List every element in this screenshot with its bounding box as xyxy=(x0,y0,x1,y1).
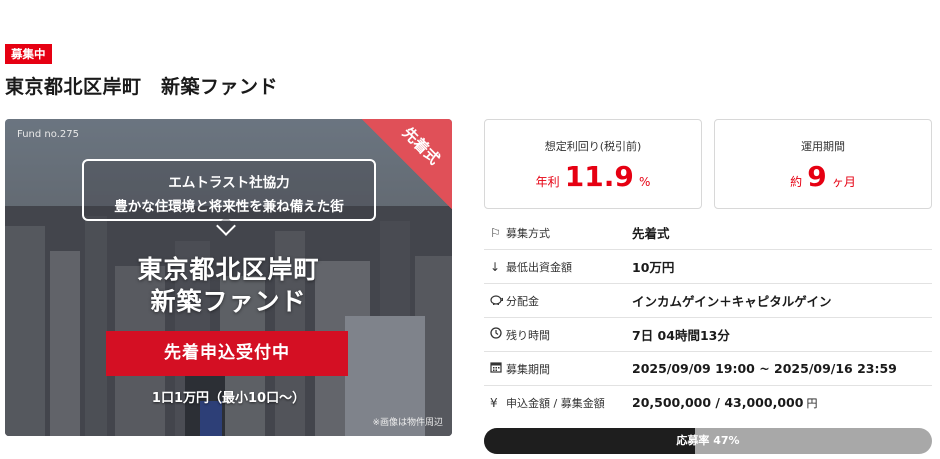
arrow-down-icon: ↓ xyxy=(490,259,501,274)
hero-headline-2: 新築ファンド xyxy=(150,287,307,316)
detail-key: 申込金額 / 募集金額 xyxy=(506,397,605,410)
term-label: 運用期間 xyxy=(801,140,845,153)
application-progress-bar: 応募率 47% xyxy=(484,428,932,454)
bubble-line-2: 豊かな住環境と将来性を兼ね備えた街 xyxy=(114,199,344,215)
yield-value: 11.9 xyxy=(564,160,634,193)
detail-value: インカムゲイン＋キャピタルゲイン xyxy=(632,294,832,309)
term-value: 9 xyxy=(807,160,827,193)
progress-label: 応募率 47% xyxy=(676,434,740,447)
detail-value: 20,500,000 / 43,000,000 xyxy=(632,395,804,410)
detail-row-amount: ¥ 申込金額 / 募集金額 20,500,000 / 43,000,000 円 xyxy=(484,386,932,420)
yield-suffix: % xyxy=(638,175,651,189)
detail-key: 募集方式 xyxy=(506,226,550,240)
term-suffix: ヶ月 xyxy=(831,175,856,189)
detail-key: 残り時間 xyxy=(506,328,550,342)
hero-headline-1: 東京都北区岸町 xyxy=(137,255,320,284)
unit-price-text: 1口1万円（最小10口〜） xyxy=(151,391,306,406)
bubble-line-1: エムトラスト社協力 xyxy=(168,175,290,191)
yield-label: 想定利回り(税引前) xyxy=(544,140,642,153)
detail-value: 7日 04時間13分 xyxy=(632,328,730,343)
detail-key: 最低出資金額 xyxy=(506,260,572,274)
calendar-icon xyxy=(484,361,506,376)
detail-value-group: 20,500,000 / 43,000,000 円 xyxy=(632,395,817,411)
status-badge: 募集中 xyxy=(5,44,52,64)
piggy-bank-icon xyxy=(484,294,506,308)
detail-key: 募集期間 xyxy=(506,362,550,376)
fund-hero-image: Fund no.275 先着式 エムトラスト社協力 豊かな住環境と将来性を兼ね備… xyxy=(5,119,452,436)
first-come-banner: 先着申込受付中 xyxy=(106,331,348,376)
detail-value: 2025/09/09 19:00 ~ 2025/09/16 23:59 xyxy=(632,361,897,376)
image-caption: ※画像は物件周辺 xyxy=(372,418,443,428)
yield-prefix: 年利 xyxy=(535,175,560,189)
detail-row-distribution: 分配金 インカムゲイン＋キャピタルゲイン xyxy=(484,284,932,318)
fund-details: ⚐ 募集方式 先着式 ↓ 最低出資金額 10万円 分配金 インカムゲイン＋キャピ… xyxy=(484,216,932,420)
fund-number: Fund no.275 xyxy=(17,129,79,140)
detail-row-period: 募集期間 2025/09/09 19:00 ~ 2025/09/16 23:59 xyxy=(484,352,932,386)
detail-value: 10万円 xyxy=(632,260,675,275)
speech-bubble: エムトラスト社協力 豊かな住環境と将来性を兼ね備えた街 xyxy=(82,159,376,221)
detail-row-method: ⚐ 募集方式 先着式 xyxy=(484,216,932,250)
yen-icon: ¥ xyxy=(490,396,498,410)
detail-value: 先着式 xyxy=(632,226,670,241)
term-value-group: 約 9 ヶ月 xyxy=(715,160,931,193)
flag-icon: ⚐ xyxy=(490,225,501,240)
yield-card: 想定利回り(税引前) 年利 11.9 % xyxy=(484,119,702,209)
term-prefix: 約 xyxy=(790,175,803,189)
detail-row-remaining: 残り時間 7日 04時間13分 xyxy=(484,318,932,352)
yield-value-group: 年利 11.9 % xyxy=(485,160,701,193)
term-card: 運用期間 約 9 ヶ月 xyxy=(714,119,932,209)
yen-unit: 円 xyxy=(806,397,818,410)
page-title: 東京都北区岸町 新築ファンド xyxy=(5,76,279,98)
detail-row-minimum: ↓ 最低出資金額 10万円 xyxy=(484,250,932,284)
detail-key: 分配金 xyxy=(506,294,539,308)
clock-icon xyxy=(484,327,506,342)
